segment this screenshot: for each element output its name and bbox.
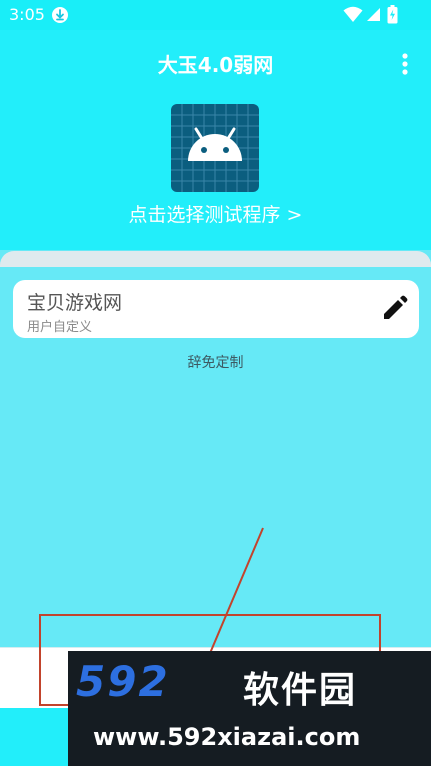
watermark-logo: 592 [76,657,170,706]
watermark: 592 软件园 www.592xiazai.com [68,651,431,766]
watermark-url: www.592xiazai.com [93,723,361,751]
watermark-name: 软件园 [243,670,358,711]
app-screen: 3:05 大玉4.0弱网 点击选择测试程序 > 宝贝游戏网 用户自定义 辞免定制… [0,0,431,766]
